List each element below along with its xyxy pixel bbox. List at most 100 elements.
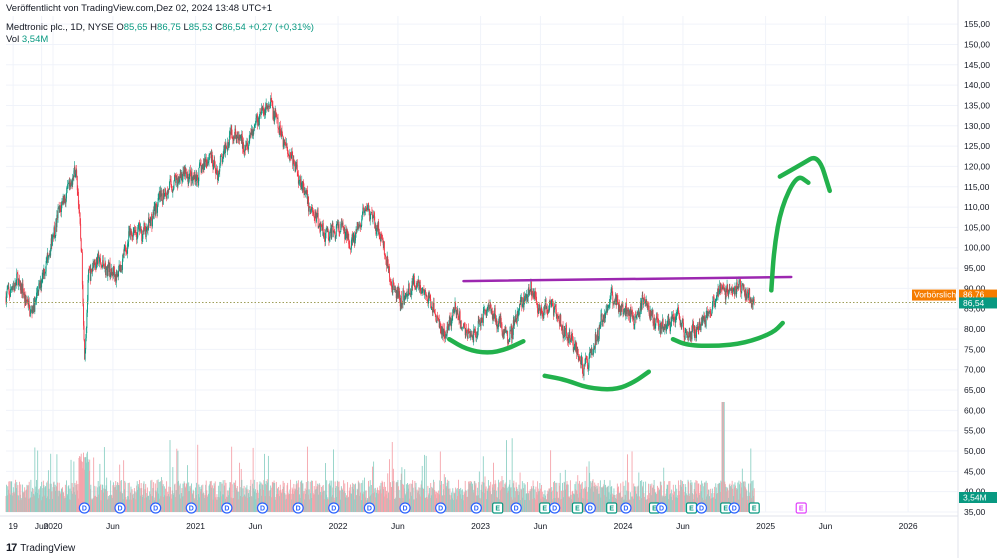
candle-body [349,245,351,250]
dividend-marker-text: D [438,506,443,513]
candle-body [83,325,85,340]
candle-body [498,323,500,328]
candle-body [6,289,8,294]
dividend-marker-text: D [699,506,704,513]
candle-body [44,273,46,276]
dividend-marker-text: D [117,506,122,513]
candle-body [152,219,153,227]
price-tick-label: 115,00 [964,182,990,192]
dividend-marker-text: D [82,506,87,513]
volume-bars [5,402,755,512]
candle-body [434,312,436,315]
dividend-marker-text: D [514,506,519,513]
time-tick-label: 2023 [471,521,490,531]
candle-body [327,230,329,239]
candle-body [253,130,255,135]
candle-body [277,117,279,129]
price-tick-label: 70,00 [964,365,986,375]
open-value: 85,65 [123,22,148,33]
tradingview-footer[interactable]: 17 TradingView [6,542,75,554]
tradingview-brand: TradingView [20,542,76,554]
time-tick-label: 2025 [756,521,775,531]
volume-value: 3,54M [21,34,49,45]
dividend-marker-text: D [659,506,664,513]
candle-body [426,298,428,301]
candle-body [10,289,11,297]
candle-body [317,213,319,228]
volume-label: Vol [6,34,20,45]
candle-body [102,260,104,265]
price-tick-label: 105,00 [964,222,990,232]
candle-body [28,300,30,306]
price-tick-label: 145,00 [964,60,990,70]
time-tick-label: Jun [676,521,690,531]
dividend-marker-text: D [623,506,628,513]
time-tick-label: 2020 [44,521,63,531]
price-tick-label: 120,00 [964,161,990,171]
dividend-marker-text: D [732,506,737,513]
time-tick-label: 2022 [329,521,348,531]
dividend-marker-text: D [296,506,301,513]
candle-body [383,241,385,255]
candle-body [691,331,693,340]
symbol-name[interactable]: Medtronic plc., 1D, NYSE [6,22,114,33]
time-tick-label: Jun [249,521,263,531]
price-tick-label: 155,00 [964,19,990,29]
candle-body [684,332,686,340]
time-tick-label: Jun [819,521,833,531]
candle-body [694,329,696,336]
candle-body [80,223,82,239]
candle-body [226,146,228,149]
price-chart[interactable]: D D D D D D D D D D D D E D E D E D E D E D E D E D E E155,00150,00… [0,0,1000,558]
candle-body [740,282,742,292]
candle-body [331,226,333,239]
candle-body [198,167,200,182]
candle-body [455,302,457,307]
candle-body [560,315,562,326]
grid-lines [6,16,958,513]
candle-body [586,359,588,366]
high-value: 86,75 [157,22,181,33]
price-tick-label: 75,00 [964,344,986,354]
event-markers: DDDDDDDDDDDDEDEDEDEDEDEDEDEE [78,502,807,514]
candle-body [287,149,289,154]
price-tick-label: 150,00 [964,39,990,49]
candles [5,92,755,381]
price-tick-label: 80,00 [964,324,986,334]
candle-body [474,329,476,333]
candle-body [103,264,105,269]
price-tick-label: 35,00 [964,507,986,517]
candle-body [118,270,119,277]
candle-body [296,164,298,172]
price-tick-label: 55,00 [964,426,986,436]
candle-body [536,296,537,302]
open-label: O [116,22,124,33]
volume-legend: Vol 3,54M [6,34,48,45]
volume-tag-value: 3,54M [963,493,987,503]
candle-body [466,329,468,337]
breakout-arrow-head [777,155,832,194]
ohlc-legend: Medtronic plc., 1D, NYSE O85,65 H86,75 L… [6,22,314,33]
candle-body [87,279,89,301]
candle-body [57,207,59,219]
candle-body [219,156,221,166]
price-tick-label: 95,00 [964,263,986,273]
candle-body [201,168,203,173]
candle-body [488,304,490,308]
time-axis: 19 Jun 2020 Jun 2021 Jun 2022 Jun 2023 Jun 2024 Jun… [0,515,958,531]
candle-body [605,312,606,319]
tradingview-logo-icon: 17 [6,542,17,554]
change-value: +0,27 (+0,31%) [248,22,314,33]
candle-body [51,237,53,246]
candle-body [652,309,654,324]
dividend-marker-text: D [153,506,158,513]
earnings-marker-text: E [689,506,694,513]
candle-body [588,357,590,368]
candle-body [161,193,163,200]
time-tick-label: Jun [534,521,548,531]
candle-body [741,284,743,294]
time-tick-label: 2026 [899,521,918,531]
dividend-marker-text: D [552,506,557,513]
candle-body [648,305,650,314]
dividend-marker-text: D [331,506,336,513]
